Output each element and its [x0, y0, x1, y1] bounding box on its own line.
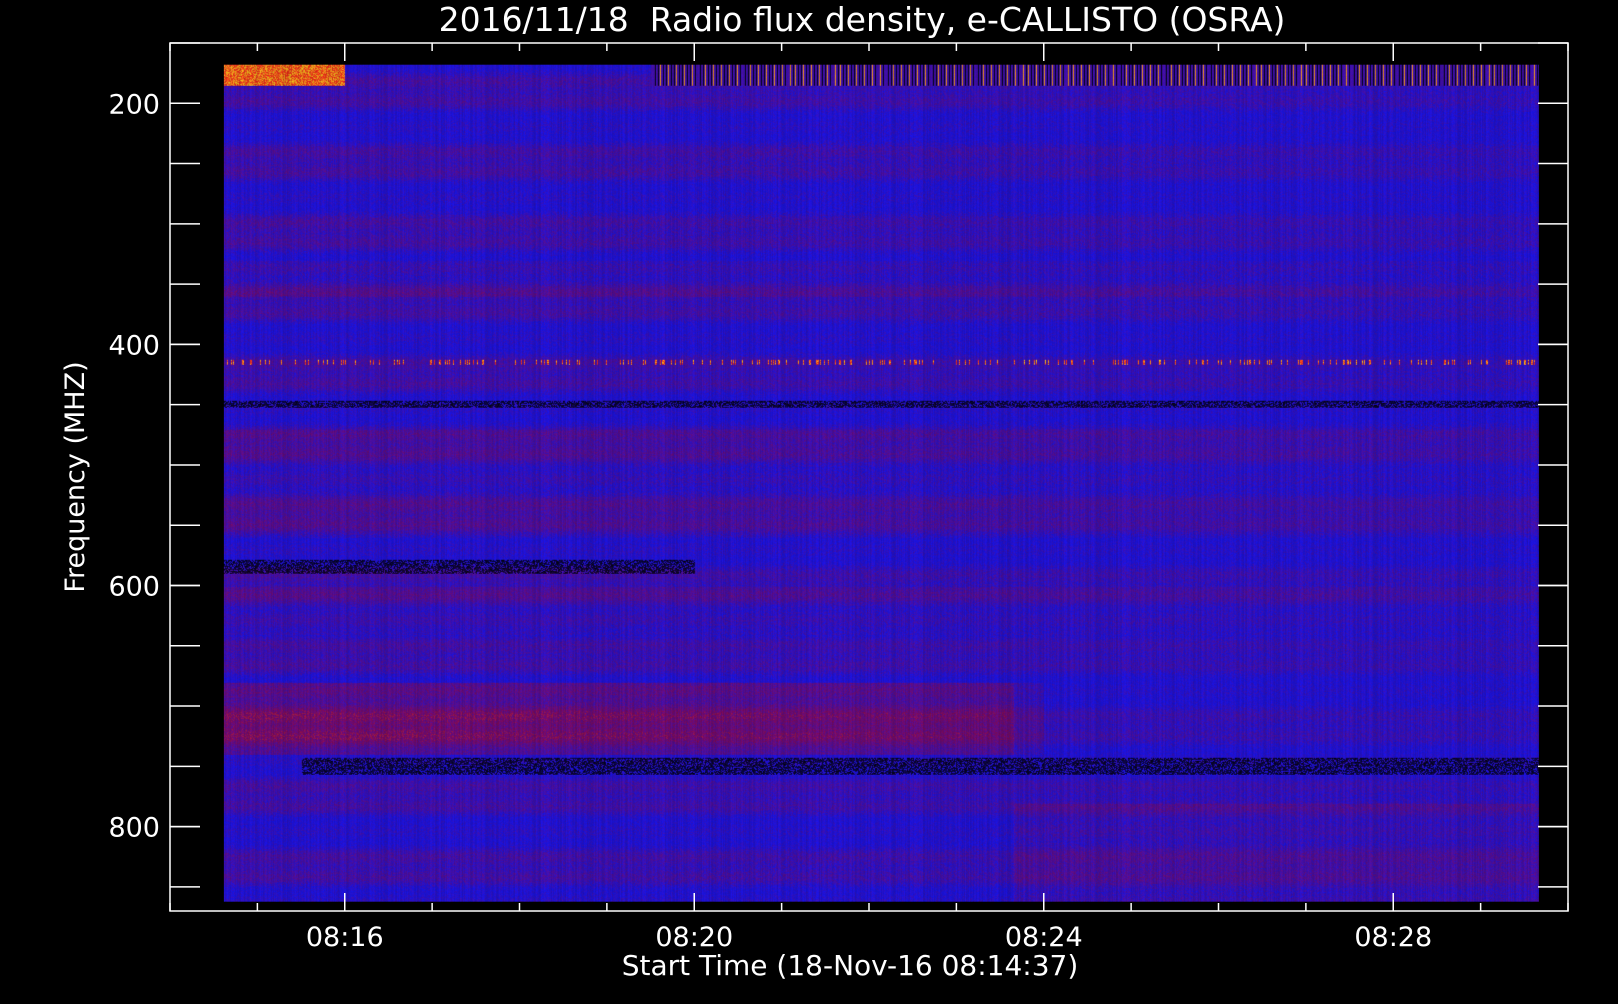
spectrogram-image — [223, 64, 1539, 902]
x-axis-label: Start Time (18-Nov-16 08:14:37) — [622, 949, 1079, 982]
chart-title: 2016/11/18 Radio flux density, e-CALLIST… — [439, 0, 1286, 39]
y-tick-label: 600 — [108, 572, 160, 603]
spectrogram-figure: 2016/11/18 Radio flux density, e-CALLIST… — [0, 0, 1618, 1000]
y-axis-label: Frequency (MHZ) — [60, 361, 91, 592]
spectrogram-chart: 2016/11/18 Radio flux density, e-CALLIST… — [0, 0, 1618, 1000]
y-tick-label: 800 — [108, 813, 160, 844]
x-tick-label: 08:16 — [306, 922, 384, 953]
y-tick-label: 200 — [108, 89, 160, 120]
x-tick-label: 08:28 — [1354, 922, 1432, 953]
heatmap-layer — [223, 64, 1539, 902]
y-tick-label: 400 — [108, 330, 160, 361]
